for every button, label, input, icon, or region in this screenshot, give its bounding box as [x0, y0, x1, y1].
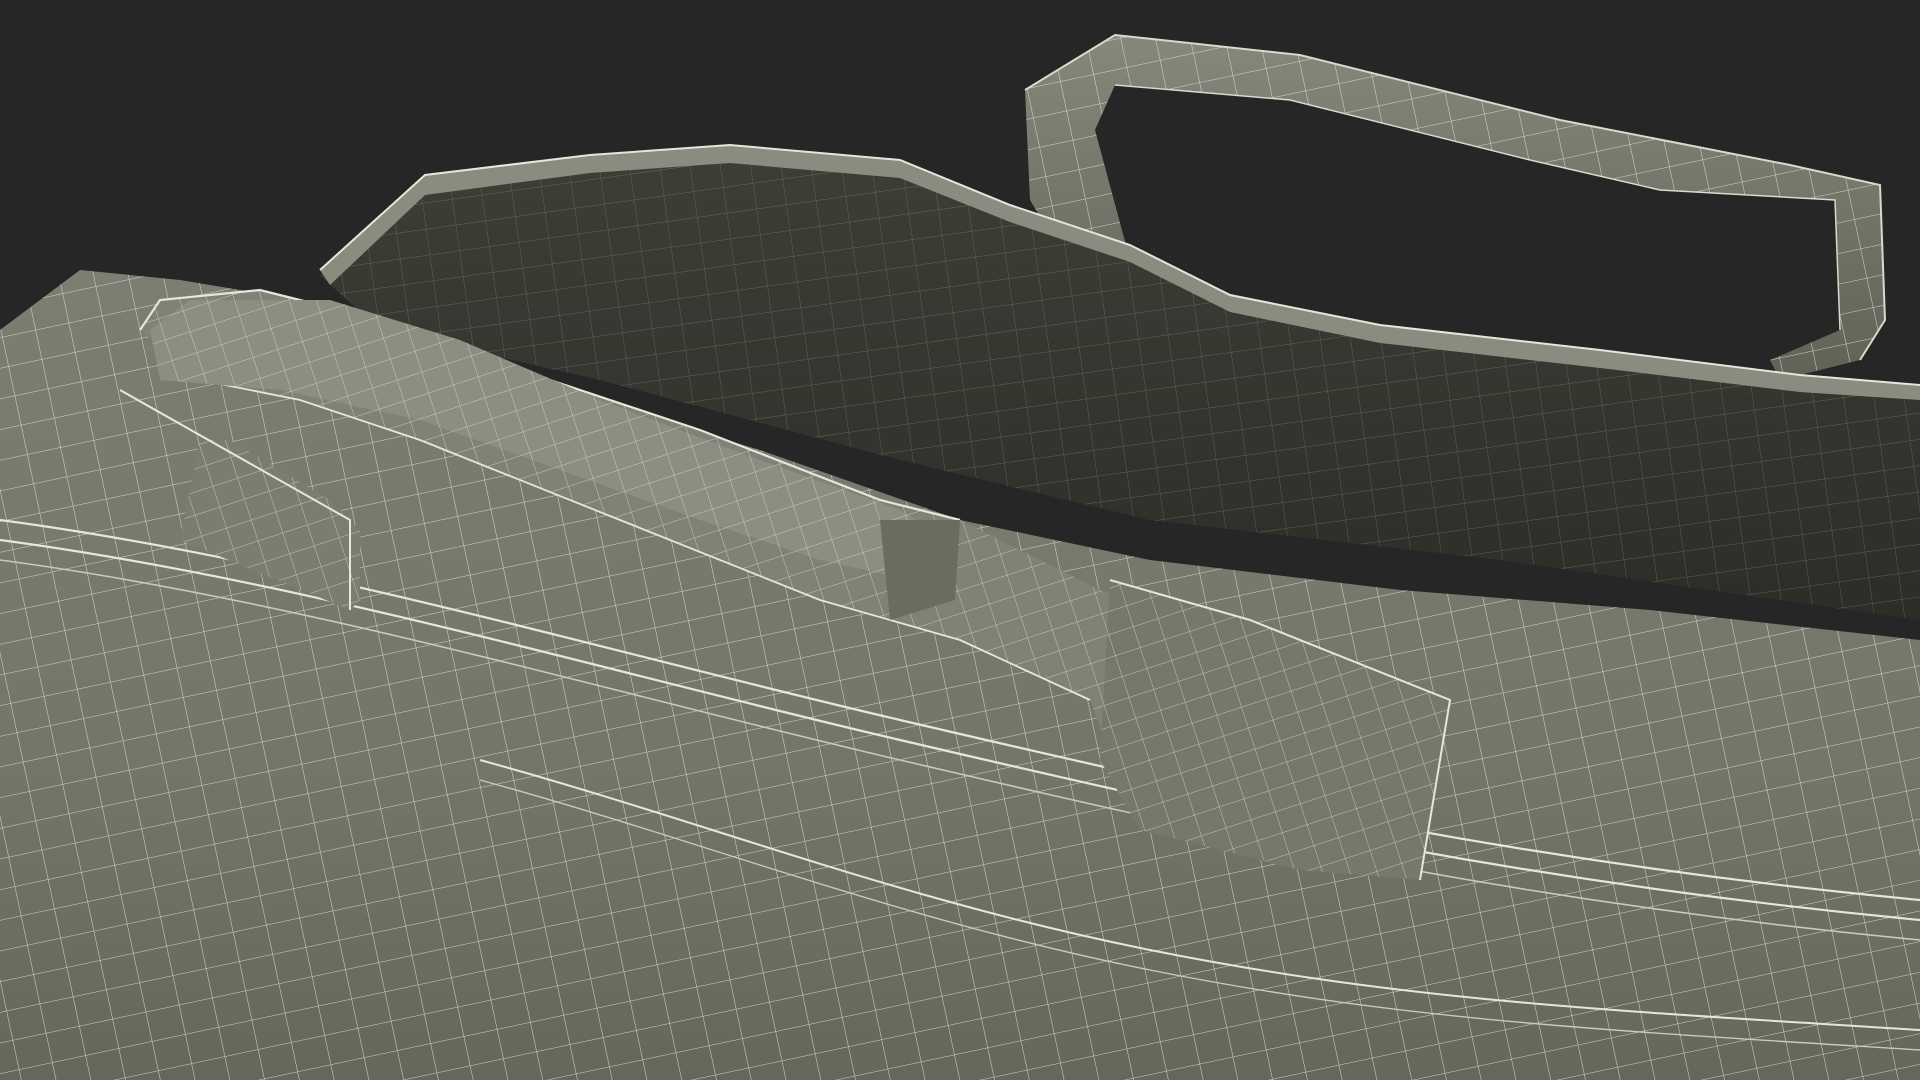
wireframe-render-canvas: [0, 0, 1920, 1080]
